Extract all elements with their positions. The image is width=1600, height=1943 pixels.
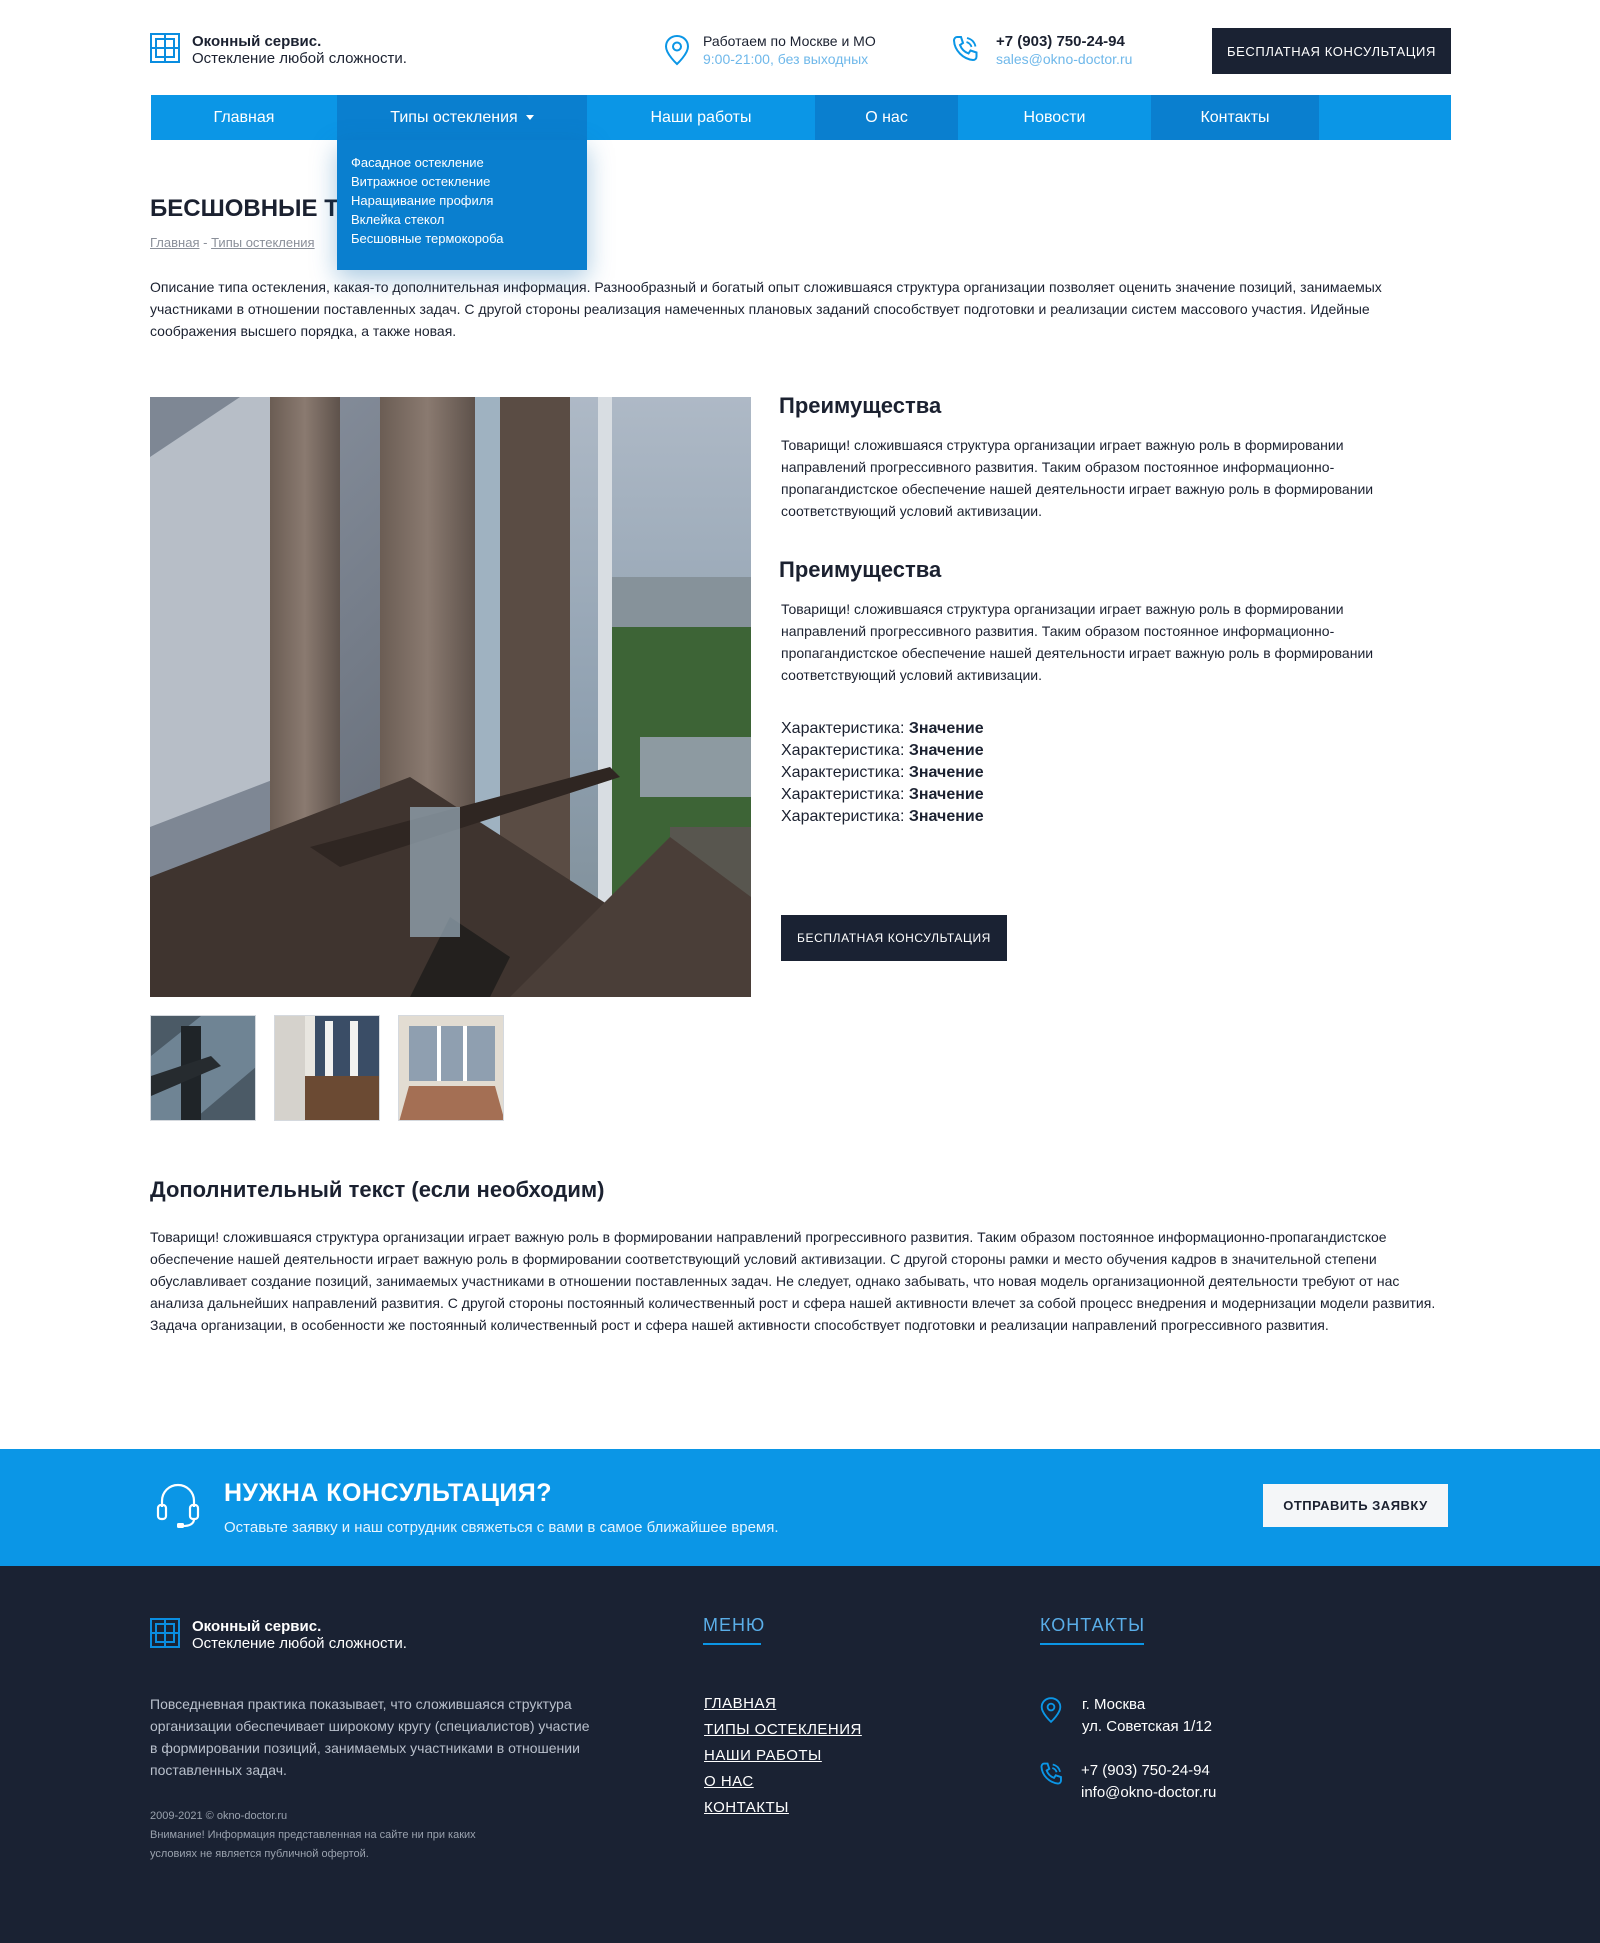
footer-logo[interactable]: Оконный сервис. Остекление любой сложнос… (150, 1618, 450, 1652)
footer-menu-underline (703, 1643, 761, 1645)
footer: Оконный сервис. Остекление любой сложнос… (0, 1566, 1600, 1943)
nav-label: Новости (1023, 108, 1086, 126)
characteristic-label: Характеристика: (781, 720, 905, 737)
characteristic-label: Характеристика: (781, 808, 905, 825)
main-nav: Главная Типы остекления Наши работы О на… (151, 95, 1451, 140)
nav-item-news[interactable]: Новости (958, 95, 1151, 140)
characteristic-label: Характеристика: (781, 742, 905, 759)
nav-label: Контакты (1200, 108, 1270, 126)
characteristic-value: Значение (908, 720, 984, 737)
footer-menu-home[interactable]: ГЛАВНАЯ (704, 1695, 862, 1712)
window-logo-icon (150, 33, 180, 63)
headset-icon (155, 1481, 201, 1529)
footer-email[interactable]: info@okno-doctor.ru (1081, 1782, 1216, 1804)
nav-item-home[interactable]: Главная (151, 95, 337, 140)
footer-menu-about[interactable]: О НАС (704, 1773, 862, 1790)
glazing-types-dropdown: Фасадное остекление Витражное остекление… (337, 140, 587, 270)
cta-subtitle: Оставьте заявку и наш сотрудник свяжетьс… (224, 1519, 779, 1536)
balcony-photo-illustration (150, 397, 751, 997)
nav-item-about[interactable]: О нас (815, 95, 958, 140)
extra-text: Товарищи! сложившаяся структура организа… (150, 1229, 1436, 1333)
dropdown-item-glass[interactable]: Вклейка стекол (351, 210, 573, 229)
dropdown-item-seamless[interactable]: Бесшовные термокороба (351, 229, 573, 248)
logo-tagline: Остекление любой сложности. (192, 50, 407, 67)
footer-address: ул. Советская 1/12 (1082, 1718, 1212, 1735)
nav-label: Типы остекления (390, 108, 518, 126)
characteristic-row: Характеристика: Значение (781, 762, 984, 784)
characteristic-row: Характеристика: Значение (781, 740, 984, 762)
send-request-button[interactable]: ОТПРАВИТЬ ЗАЯВКУ (1263, 1484, 1448, 1527)
characteristic-label: Характеристика: (781, 786, 905, 803)
thumbnail-image (275, 1016, 379, 1120)
phone-icon (1038, 1761, 1064, 1787)
extra-title: Дополнительный текст (если необходим) (150, 1177, 605, 1202)
location-pin-icon (1040, 1696, 1062, 1724)
footer-city: г. Москва (1082, 1696, 1146, 1713)
nav-item-contacts[interactable]: Контакты (1151, 95, 1319, 140)
nav-label: Главная (213, 108, 275, 126)
chevron-down-icon (525, 115, 534, 120)
nav-label: О нас (865, 108, 908, 126)
header-phone[interactable]: +7 (903) 750-24-94 (996, 33, 1125, 50)
footer-menu: ГЛАВНАЯ ТИПЫ ОСТЕКЛЕНИЯ НАШИ РАБОТЫ О НА… (704, 1695, 862, 1816)
footer-logo-tagline: Остекление любой сложности. (192, 1635, 407, 1652)
dropdown-item-stained[interactable]: Витражное остекление (351, 172, 573, 191)
dropdown-item-profile[interactable]: Наращивание профиля (351, 191, 573, 210)
consultation-banner: НУЖНА КОНСУЛЬТАЦИЯ? Оставьте заявку и на… (0, 1449, 1600, 1566)
characteristic-row: Характеристика: Значение (781, 784, 984, 806)
characteristic-row: Характеристика: Значение (781, 718, 984, 740)
cta-title: НУЖНА КОНСУЛЬТАЦИЯ? (224, 1479, 553, 1507)
characteristic-value: Значение (908, 764, 984, 781)
nav-item-works[interactable]: Наши работы (587, 95, 815, 140)
thumbnail-1[interactable] (150, 1015, 256, 1121)
footer-contacts-title: КОНТАКТЫ (1040, 1615, 1146, 1635)
feature-title-2: Преимущества (779, 557, 942, 582)
characteristic-row: Характеристика: Значение (781, 806, 984, 828)
characteristic-value: Значение (908, 808, 984, 825)
thumbnail-2[interactable] (274, 1015, 380, 1121)
phone-icon (950, 34, 980, 64)
location-title: Работаем по Москве и МО (703, 33, 876, 49)
breadcrumb-glazing-types[interactable]: Типы остекления (211, 235, 315, 250)
feature-title-1: Преимущества (779, 393, 942, 418)
dropdown-item-facade[interactable]: Фасадное остекление (351, 153, 573, 172)
consult-button[interactable]: Бесплатная консультация (781, 915, 1007, 961)
header-consult-button[interactable]: Бесплатная консультация (1212, 28, 1451, 74)
thumbnail-3[interactable] (398, 1015, 504, 1121)
footer-phone[interactable]: +7 (903) 750-24-94 (1081, 1760, 1210, 1782)
feature-text-1: Товарищи! сложившаяся структура организа… (781, 437, 1374, 519)
window-logo-icon (150, 1618, 180, 1648)
footer-disclaimer: Внимание! Информация представленная на с… (150, 1829, 476, 1860)
location-pin-icon (664, 34, 690, 66)
characteristic-value: Значение (908, 742, 984, 759)
intro-text: Описание типа остекления, какая-то допол… (150, 279, 1382, 339)
footer-about: Повседневная практика показывает, что сл… (150, 1696, 590, 1778)
header-logo[interactable]: Оконный сервис. Остекление любой сложнос… (150, 33, 450, 67)
thumbnail-image (399, 1016, 503, 1120)
footer-menu-works[interactable]: НАШИ РАБОТЫ (704, 1747, 862, 1764)
footer-copyright: 2009-2021 © okno-doctor.ru (150, 1810, 288, 1822)
location-hours: 9:00-21:00, без выходных (703, 51, 869, 67)
header-email[interactable]: sales@okno-doctor.ru (996, 51, 1132, 67)
breadcrumb-home[interactable]: Главная (150, 235, 199, 250)
footer-menu-title: МЕНЮ (703, 1615, 766, 1635)
characteristic-value: Значение (908, 786, 984, 803)
breadcrumb-separator: - (203, 235, 212, 250)
footer-contacts-underline (1040, 1643, 1144, 1645)
logo-name: Оконный сервис. (192, 33, 322, 50)
main-photo[interactable] (150, 397, 751, 997)
characteristic-label: Характеристика: (781, 764, 905, 781)
footer-logo-name: Оконный сервис. (192, 1618, 322, 1635)
characteristics-list: Характеристика: Значение Характеристика:… (781, 718, 984, 828)
nav-item-glazing-types[interactable]: Типы остекления (337, 95, 587, 140)
footer-menu-contacts[interactable]: КОНТАКТЫ (704, 1799, 862, 1816)
feature-text-2: Товарищи! сложившаяся структура организа… (781, 601, 1374, 683)
nav-label: Наши работы (650, 108, 752, 126)
breadcrumb: Главная - Типы остекления (150, 235, 315, 250)
footer-menu-glazing-types[interactable]: ТИПЫ ОСТЕКЛЕНИЯ (704, 1721, 862, 1738)
thumbnail-image (151, 1016, 255, 1120)
